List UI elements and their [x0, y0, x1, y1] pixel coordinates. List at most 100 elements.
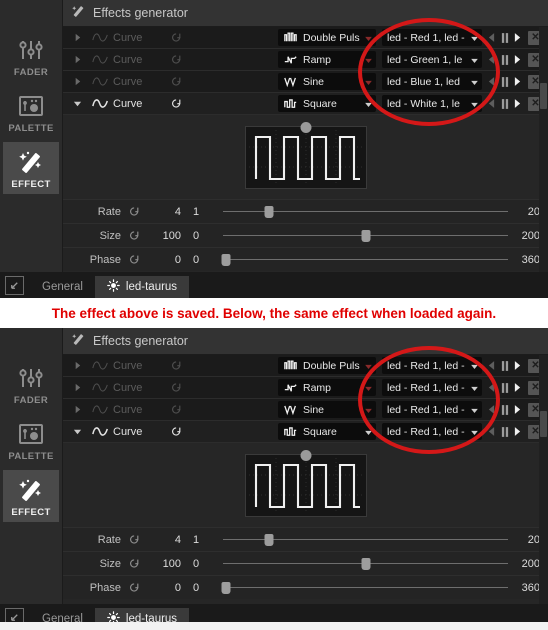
rail-item-effect[interactable]: EFFECT [3, 142, 59, 194]
loop-icon[interactable] [121, 230, 147, 241]
pause-icon[interactable] [500, 381, 509, 394]
rail-item-fader[interactable]: FADER [3, 30, 59, 82]
slider-thumb[interactable] [221, 581, 231, 594]
preview-drag-handle-bottom[interactable] [300, 449, 311, 461]
play-icon[interactable] [513, 381, 522, 394]
slider-track[interactable] [223, 229, 508, 243]
chevron-right-icon[interactable] [67, 383, 87, 392]
play-icon[interactable] [513, 75, 522, 88]
waveform-select[interactable]: Double Puls [278, 357, 376, 374]
chevron-down-icon[interactable] [67, 99, 87, 108]
waveform-select[interactable]: Square [278, 95, 376, 112]
target-select[interactable]: led - Red 1, led - [382, 401, 482, 418]
step-back-icon[interactable] [487, 75, 496, 88]
waveform-select[interactable]: Sine [278, 401, 376, 418]
loop-icon[interactable] [121, 534, 147, 545]
slider-track[interactable] [223, 533, 508, 547]
waveform-select[interactable]: Double Puls [278, 29, 376, 46]
loop-icon[interactable] [165, 32, 187, 43]
loop-icon[interactable] [165, 426, 187, 437]
step-back-icon[interactable] [487, 53, 496, 66]
target-select[interactable]: led - Red 1, led - [382, 379, 482, 396]
slider-track[interactable] [223, 557, 508, 571]
slider-thumb[interactable] [361, 229, 370, 242]
loop-icon[interactable] [165, 54, 187, 65]
step-back-icon[interactable] [487, 425, 496, 438]
waveform-select[interactable]: Sine [278, 73, 376, 90]
pause-icon[interactable] [500, 359, 509, 372]
effect-row[interactable]: Curve Double Puls led - Red 1, led - ✕ [63, 355, 548, 377]
loop-icon[interactable] [165, 76, 187, 87]
waveform-select[interactable]: Square [278, 423, 376, 440]
chevron-right-icon[interactable] [67, 55, 87, 64]
target-select[interactable]: led - Blue 1, led [382, 73, 482, 90]
preview-drag-handle-top[interactable] [300, 121, 311, 133]
vertical-scrollbar-bottom[interactable] [539, 355, 548, 604]
target-select[interactable]: led - Red 1, led - [382, 423, 482, 440]
step-back-icon[interactable] [487, 31, 496, 44]
step-back-icon[interactable] [487, 97, 496, 110]
slider-thumb[interactable] [361, 557, 370, 570]
play-icon[interactable] [513, 403, 522, 416]
effect-row[interactable]: Curve Square led - White 1, le ✕ [63, 93, 548, 115]
pause-icon[interactable] [500, 75, 509, 88]
play-icon[interactable] [513, 53, 522, 66]
vertical-scrollbar-top[interactable] [539, 27, 548, 272]
loop-icon[interactable] [165, 404, 187, 415]
target-select[interactable]: led - Green 1, le [382, 51, 482, 68]
chevron-right-icon[interactable] [67, 405, 87, 414]
scrollbar-thumb[interactable] [540, 411, 547, 437]
loop-icon[interactable] [165, 360, 187, 371]
effect-row[interactable]: Curve Ramp led - Green 1, le ✕ [63, 49, 548, 71]
loop-icon[interactable] [121, 582, 147, 593]
pause-icon[interactable] [500, 425, 509, 438]
slider-track[interactable] [221, 581, 508, 595]
slider-track[interactable] [221, 253, 508, 267]
tab-led-taurus-top[interactable]: led-taurus [94, 276, 190, 298]
slider-thumb[interactable] [264, 205, 274, 218]
rail-item-palette[interactable]: PALETTE [3, 414, 59, 466]
pause-icon[interactable] [500, 31, 509, 44]
play-icon[interactable] [513, 359, 522, 372]
rail-item-fader[interactable]: FADER [3, 358, 59, 410]
effect-row[interactable]: Curve Ramp led - Red 1, led - ✕ [63, 377, 548, 399]
pause-icon[interactable] [500, 403, 509, 416]
rail-item-palette[interactable]: PALETTE [3, 86, 59, 138]
pause-icon[interactable] [500, 53, 509, 66]
slider-value[interactable]: 4 [147, 534, 193, 546]
slider-track[interactable] [223, 205, 508, 219]
rail-item-effect[interactable]: EFFECT [3, 470, 59, 522]
chevron-right-icon[interactable] [67, 33, 87, 42]
waveform-preview-top[interactable] [244, 121, 367, 189]
target-select[interactable]: led - Red 1, led - [382, 357, 482, 374]
tab-general-top[interactable]: General [30, 276, 95, 298]
play-icon[interactable] [513, 425, 522, 438]
restore-window-icon[interactable] [5, 276, 24, 295]
slider-value[interactable]: 4 [147, 206, 193, 218]
pause-icon[interactable] [500, 97, 509, 110]
chevron-down-icon[interactable] [67, 427, 87, 436]
target-select[interactable]: led - Red 1, led - [382, 29, 482, 46]
play-icon[interactable] [513, 97, 522, 110]
loop-icon[interactable] [165, 382, 187, 393]
loop-icon[interactable] [121, 206, 147, 217]
step-back-icon[interactable] [487, 403, 496, 416]
loop-icon[interactable] [165, 98, 187, 109]
waveform-preview-bottom[interactable] [244, 449, 367, 517]
play-icon[interactable] [513, 31, 522, 44]
chevron-right-icon[interactable] [67, 77, 87, 86]
chevron-right-icon[interactable] [67, 361, 87, 370]
slider-value[interactable]: 0 [147, 582, 193, 594]
effect-row[interactable]: Curve Sine led - Red 1, led - ✕ [63, 399, 548, 421]
waveform-select[interactable]: Ramp [278, 379, 376, 396]
effect-row[interactable]: Curve Sine led - Blue 1, led ✕ [63, 71, 548, 93]
slider-value[interactable]: 100 [147, 230, 193, 242]
step-back-icon[interactable] [487, 359, 496, 372]
effect-row[interactable]: Curve Square led - Red 1, led - ✕ [63, 421, 548, 443]
slider-value[interactable]: 100 [147, 558, 193, 570]
slider-thumb[interactable] [221, 253, 231, 266]
effect-row[interactable]: Curve Double Puls led - Red 1, led - ✕ [63, 27, 548, 49]
slider-thumb[interactable] [264, 533, 274, 546]
loop-icon[interactable] [121, 254, 147, 265]
target-select[interactable]: led - White 1, le [382, 95, 482, 112]
